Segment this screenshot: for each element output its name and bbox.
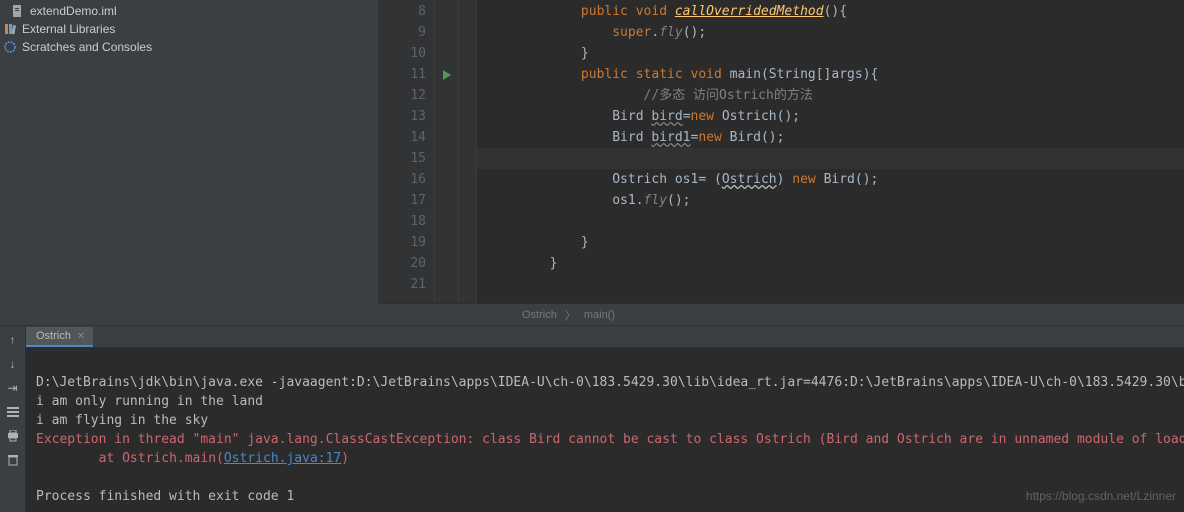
trash-icon[interactable] bbox=[3, 450, 23, 470]
chevron-right-icon: 〉 bbox=[565, 307, 576, 323]
console-output[interactable]: D:\JetBrains\jdk\bin\java.exe -javaagent… bbox=[26, 348, 1184, 512]
tree-item-label: Scratches and Consoles bbox=[22, 40, 152, 54]
console-error-post: ) bbox=[341, 451, 349, 466]
breadcrumb-method[interactable]: main() bbox=[584, 309, 615, 321]
tree-item-external-libs[interactable]: External Libraries bbox=[0, 20, 378, 38]
run-gutter bbox=[435, 0, 459, 303]
console-error-at: at Ostrich.main( bbox=[36, 451, 224, 466]
print-icon[interactable] bbox=[3, 426, 23, 446]
scroll-down-icon[interactable]: ↓ bbox=[3, 354, 23, 374]
console-error: Exception in thread "main" java.lang.Cla… bbox=[36, 432, 1184, 447]
stack-icon[interactable] bbox=[3, 402, 23, 422]
code-area[interactable]: public void callOverridedMethod(){ super… bbox=[477, 0, 1184, 303]
console-cmd: D:\JetBrains\jdk\bin\java.exe -javaagent… bbox=[36, 375, 1184, 390]
file-icon bbox=[10, 3, 26, 19]
tree-item-label: External Libraries bbox=[22, 22, 115, 36]
gutter: 89101112131415161718192021 bbox=[378, 0, 435, 303]
run-tool-window: ↑ ↓ ⇥ Ostrich ✕ D:\JetBrains\jdk\bin\jav… bbox=[0, 326, 1184, 512]
tree-item-iml[interactable]: extendDemo.iml bbox=[0, 2, 378, 20]
tab-label: Ostrich bbox=[36, 330, 71, 342]
fold-gutter bbox=[459, 0, 477, 303]
library-icon bbox=[2, 21, 18, 37]
tree-item-label: extendDemo.iml bbox=[30, 4, 117, 18]
run-tab-ostrich[interactable]: Ostrich ✕ bbox=[26, 327, 93, 347]
stacktrace-link[interactable]: Ostrich.java:17 bbox=[224, 451, 341, 466]
console-exit: Process finished with exit code 1 bbox=[36, 489, 294, 504]
console-line: i am flying in the sky bbox=[36, 413, 208, 428]
scratch-icon bbox=[2, 39, 18, 55]
breadcrumb-class[interactable]: Ostrich bbox=[522, 309, 557, 321]
run-tabs: Ostrich ✕ bbox=[26, 326, 1184, 348]
run-icon[interactable] bbox=[443, 70, 451, 80]
editor: 89101112131415161718192021 public void c… bbox=[378, 0, 1184, 325]
tree-item-scratches[interactable]: Scratches and Consoles bbox=[0, 38, 378, 56]
breadcrumb: Ostrich 〉 main() bbox=[378, 303, 1184, 325]
scroll-up-icon[interactable]: ↑ bbox=[3, 330, 23, 350]
console-line: i am only running in the land bbox=[36, 394, 263, 409]
project-sidebar: extendDemo.iml External Libraries Scratc… bbox=[0, 0, 378, 325]
close-icon[interactable]: ✕ bbox=[77, 331, 85, 342]
run-actions: ↑ ↓ ⇥ bbox=[0, 326, 26, 512]
watermark: https://blog.csdn.net/Lzinner bbox=[1026, 487, 1176, 506]
soft-wrap-icon[interactable]: ⇥ bbox=[3, 378, 23, 398]
